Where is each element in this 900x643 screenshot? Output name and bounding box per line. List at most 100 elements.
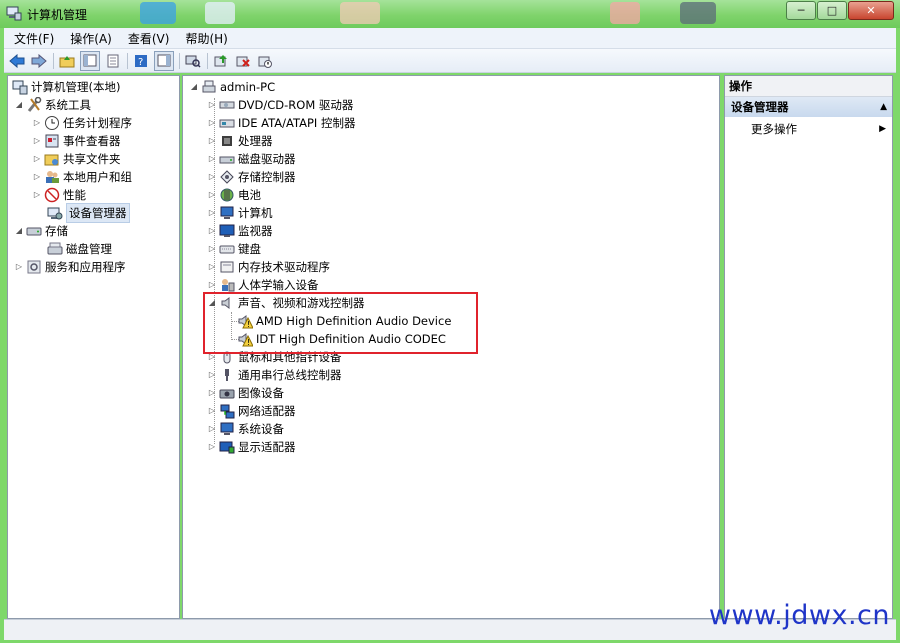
device-category-memory-tech[interactable]: ▷ 内存技术驱动程序	[207, 258, 330, 276]
minimize-button[interactable]: ─	[786, 1, 816, 20]
expand-arrow-icon[interactable]: ▷	[32, 114, 42, 132]
expand-arrow-icon[interactable]: ▷	[207, 402, 217, 420]
storage-controller-icon	[219, 169, 235, 185]
tree-item-services-applications[interactable]: ▷ 服务和应用程序	[14, 258, 126, 276]
close-button[interactable]: ✕	[848, 1, 894, 20]
help-icon[interactable]: ?	[132, 52, 150, 70]
memory-device-icon	[219, 259, 235, 275]
expand-arrow-icon[interactable]: ▷	[207, 96, 217, 114]
device-category-ide[interactable]: ▷ IDE ATA/ATAPI 控制器	[207, 114, 356, 132]
update-driver-icon[interactable]	[212, 52, 230, 70]
scan-hardware-icon[interactable]	[184, 52, 202, 70]
tree-item-computer-management[interactable]: 计算机管理(本地)	[10, 78, 120, 96]
computer-management-icon	[6, 6, 22, 21]
device-category-imaging[interactable]: ▷ 图像设备	[207, 384, 284, 402]
expand-arrow-icon[interactable]: ▷	[207, 114, 217, 132]
expand-arrow-icon[interactable]: ▷	[207, 186, 217, 204]
more-actions-label: 更多操作	[751, 122, 797, 136]
expand-arrow-icon[interactable]: ▷	[207, 150, 217, 168]
device-category-computer[interactable]: ▷ 计算机	[207, 204, 273, 222]
device-category-storage-controllers[interactable]: ▷ 存储控制器	[207, 168, 296, 186]
device-category-display[interactable]: ▷ 显示适配器	[207, 438, 296, 456]
device-category-label: 磁盘驱动器	[238, 152, 296, 166]
device-category-label: 显示适配器	[238, 440, 296, 454]
device-category-usb[interactable]: ▷ 通用串行总线控制器	[207, 366, 342, 384]
expand-arrow-icon[interactable]: ▷	[207, 438, 217, 456]
actions-header: 操作	[725, 76, 892, 97]
toolbar-separator	[207, 52, 208, 69]
expand-arrow-icon[interactable]: ▷	[207, 132, 217, 150]
tree-item-label: 磁盘管理	[66, 242, 112, 256]
expand-arrow-icon[interactable]: ▷	[207, 420, 217, 438]
expand-arrow-icon[interactable]: ▷	[32, 186, 42, 204]
tree-item-task-scheduler[interactable]: ▷ 任务计划程序	[32, 114, 132, 132]
tree-item-local-users-groups[interactable]: ▷ 本地用户和组	[32, 168, 132, 186]
more-actions-item[interactable]: 更多操作 ▶	[725, 119, 892, 139]
menu-view[interactable]: 查看(V)	[122, 30, 176, 47]
expand-arrow-icon[interactable]: ▷	[32, 150, 42, 168]
tree-item-shared-folders[interactable]: ▷ 共享文件夹	[32, 150, 121, 168]
device-category-label: 计算机	[238, 206, 273, 220]
menu-action[interactable]: 操作(A)	[64, 30, 118, 47]
tree-item-event-viewer[interactable]: ▷ 事件查看器	[32, 132, 121, 150]
disk-management-icon	[47, 241, 63, 257]
tree-item-disk-management[interactable]: 磁盘管理	[45, 240, 112, 258]
up-folder-icon[interactable]	[58, 52, 76, 70]
collapse-arrow-icon[interactable]: ◢	[14, 96, 24, 114]
menu-help[interactable]: 帮助(H)	[179, 30, 233, 47]
forward-icon[interactable]	[30, 52, 48, 70]
tree-item-device-manager[interactable]: 设备管理器	[45, 203, 130, 223]
device-category-dvd[interactable]: ▷ DVD/CD-ROM 驱动器	[207, 96, 353, 114]
properties-icon[interactable]	[104, 52, 122, 70]
services-icon	[26, 259, 42, 275]
expand-arrow-icon[interactable]: ▷	[14, 258, 24, 276]
collapse-up-icon[interactable]: ▲	[880, 97, 887, 117]
expand-arrow-icon[interactable]: ▷	[207, 384, 217, 402]
toolbar-separator	[53, 52, 54, 69]
expand-arrow-icon[interactable]: ▷	[32, 132, 42, 150]
back-icon[interactable]	[8, 52, 26, 70]
background-decoration	[680, 2, 716, 24]
highlight-box	[203, 292, 478, 354]
expand-arrow-icon[interactable]: ▷	[207, 240, 217, 258]
device-category-label: 存储控制器	[238, 170, 296, 184]
tools-icon	[26, 96, 42, 113]
expand-arrow-icon[interactable]: ▷	[207, 366, 217, 384]
maximize-button[interactable]: □	[817, 1, 847, 20]
expand-arrow-icon[interactable]: ▷	[207, 168, 217, 186]
show-hide-tree-icon[interactable]	[80, 50, 100, 71]
tree-item-label: 系统工具	[45, 98, 91, 112]
keyboard-icon	[219, 241, 235, 257]
tree-item-system-tools[interactable]: ◢ 系统工具	[14, 96, 91, 114]
tree-item-performance[interactable]: ▷ 性能	[32, 186, 86, 204]
display-adapter-icon	[219, 439, 235, 455]
expand-arrow-icon[interactable]: ▷	[207, 204, 217, 222]
monitor-icon	[219, 223, 235, 239]
device-category-battery[interactable]: ▷ 电池	[207, 186, 261, 204]
device-category-system[interactable]: ▷ 系统设备	[207, 420, 284, 438]
tree-item-label: 计算机管理(本地)	[31, 80, 121, 94]
watermark: www.jdwx.cn	[708, 600, 890, 631]
collapse-arrow-icon[interactable]: ◢	[14, 222, 24, 240]
device-category-label: 系统设备	[238, 422, 284, 436]
actions-section-device-manager[interactable]: 设备管理器 ▲	[725, 97, 892, 117]
disable-icon[interactable]	[256, 52, 274, 70]
action-pane-icon[interactable]	[154, 50, 174, 71]
expand-arrow-icon[interactable]: ▷	[207, 222, 217, 240]
uninstall-icon[interactable]	[234, 52, 252, 70]
menu-file[interactable]: 文件(F)	[8, 30, 60, 47]
toolbar-separator	[179, 52, 180, 69]
toolbar: ?	[4, 49, 896, 73]
device-category-processor[interactable]: ▷ 处理器	[207, 132, 273, 150]
device-category-monitors[interactable]: ▷ 监视器	[207, 222, 273, 240]
network-adapter-icon	[219, 403, 235, 419]
tree-item-storage[interactable]: ◢ 存储	[14, 222, 68, 240]
device-category-keyboards[interactable]: ▷ 键盘	[207, 240, 261, 258]
usb-icon	[219, 367, 235, 383]
collapse-arrow-icon[interactable]: ◢	[189, 78, 199, 96]
expand-arrow-icon[interactable]: ▷	[32, 168, 42, 186]
tree-item-admin-pc[interactable]: ◢ admin-PC	[189, 78, 275, 96]
device-category-network[interactable]: ▷ 网络适配器	[207, 402, 296, 420]
device-category-disk-drives[interactable]: ▷ 磁盘驱动器	[207, 150, 296, 168]
expand-arrow-icon[interactable]: ▷	[207, 258, 217, 276]
